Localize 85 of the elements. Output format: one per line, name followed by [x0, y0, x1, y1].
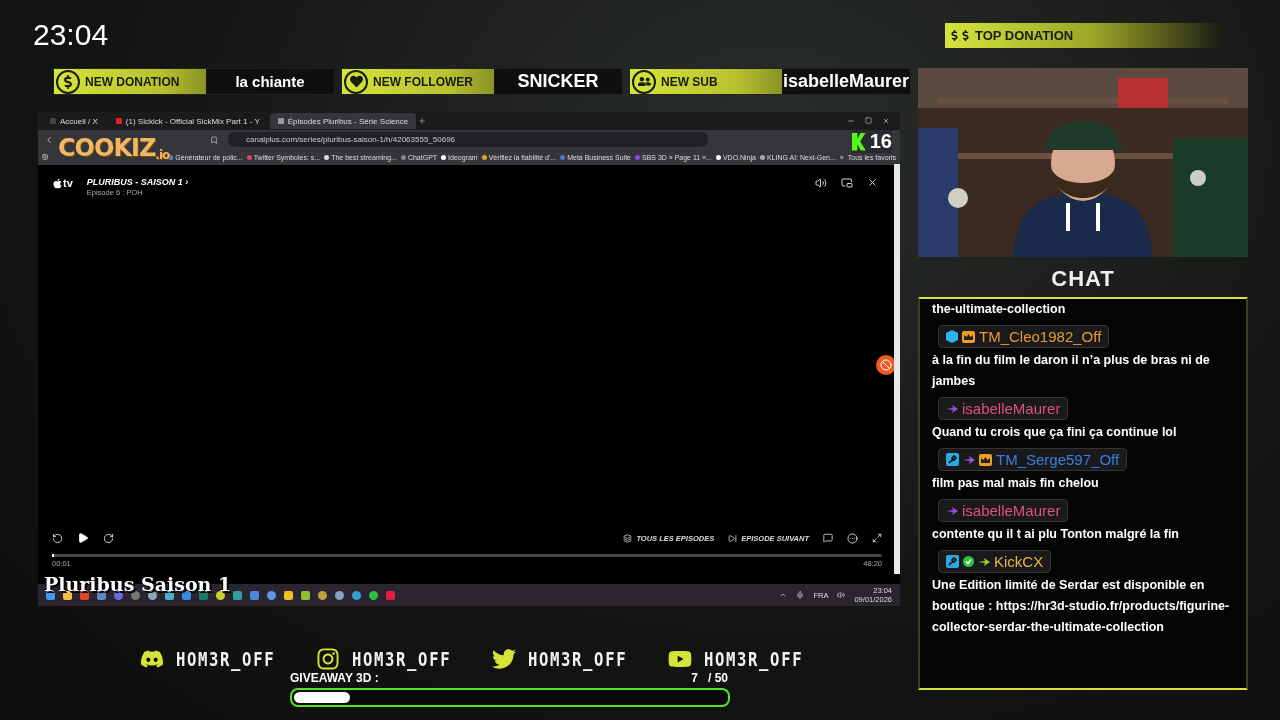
chat-message: contente qu il t ai plu Tonton malgré la fin: [932, 526, 1179, 543]
back-icon[interactable]: [44, 134, 54, 145]
browser-tab[interactable]: Épisodes Pluribus - Série Science: [269, 113, 417, 129]
username[interactable]: isabelleMaurer: [962, 502, 1061, 519]
forward-icon[interactable]: [103, 532, 114, 544]
browser-tab[interactable]: (1) Sickick - Official SickMix Part 1 - Y: [107, 113, 268, 129]
instagram-icon: [315, 647, 340, 671]
apple-tv-logo: tv: [52, 177, 73, 189]
viewer-count: 16: [851, 130, 892, 153]
block-icon[interactable]: [876, 355, 896, 375]
username[interactable]: KickCX: [994, 553, 1044, 570]
chat-user[interactable]: TM_Cleo1982_Off: [938, 325, 1110, 348]
alert-label: NEW DONATION: [54, 69, 206, 94]
users-icon: [632, 69, 656, 94]
top-donation-banner: TOP DONATION: [945, 23, 1220, 48]
site-icon: [246, 154, 252, 160]
chat-title: CHAT: [1050, 266, 1116, 292]
chat-message: à la fin du film le daron il n’a plus de bras ni de jambes: [932, 352, 1211, 390]
chat-user[interactable]: TM_Serge597_Off: [938, 448, 1128, 471]
close-icon[interactable]: [867, 177, 878, 188]
stream-title: Pluribus Saison 1: [44, 573, 232, 595]
hammer-icon: [946, 555, 959, 568]
play-icon[interactable]: [77, 532, 89, 544]
chat-message: Quand tu crois que ça fini ça continue lol: [932, 424, 1177, 441]
tray-icon[interactable]: [779, 591, 788, 599]
progress-track[interactable]: [52, 554, 882, 557]
rewind-icon[interactable]: [52, 532, 63, 544]
site-icon: [168, 154, 174, 160]
site-icon: [400, 154, 406, 160]
browser-tab[interactable]: Accueil / X: [42, 113, 106, 129]
check-icon: [963, 556, 974, 567]
site-icon: [760, 154, 765, 160]
chat-user[interactable]: KickCX: [938, 550, 1052, 573]
dollar-icon: [949, 30, 971, 41]
site-icon: [481, 154, 487, 160]
site-icon: [441, 154, 447, 160]
clock: 23:04: [33, 18, 110, 52]
site-icon: [324, 154, 330, 160]
pip-icon[interactable]: [841, 177, 853, 189]
mic-icon[interactable]: [796, 591, 805, 599]
chat-user[interactable]: isabelleMaurer: [938, 397, 1069, 420]
chat-message: Une Edition limité de Serdar est disponible en boutique : https://hr3d-studio.fr/products/figurine-collector-serdar-the-ultimate-collection: [932, 577, 1231, 636]
social-handle: HOM3R_OFF: [703, 648, 804, 670]
alert-value: la chiante: [234, 73, 306, 90]
site-icon: [715, 154, 721, 160]
volume-icon[interactable]: [815, 177, 827, 189]
tab-icon: [277, 118, 284, 124]
bookmark-icon[interactable]: [210, 135, 218, 144]
alert-value: isabelleMaurer: [782, 71, 910, 92]
tab-icon: [115, 118, 122, 124]
giveaway-count: 7 / 50: [691, 671, 728, 685]
social-handle: HOM3R_OFF: [351, 648, 452, 670]
chat-message: film pas mal mais fin chelou: [932, 475, 1099, 492]
subtitles-icon[interactable]: [823, 533, 833, 543]
new-tab-icon[interactable]: [418, 117, 427, 125]
tab-icon: [50, 118, 56, 124]
alert-label: NEW SUB: [630, 69, 782, 94]
username[interactable]: TM_Cleo1982_Off: [979, 328, 1102, 345]
crown-icon: [979, 453, 992, 466]
bird-icon: [491, 647, 516, 671]
cube-icon: [946, 330, 958, 343]
more-icon[interactable]: [847, 532, 858, 544]
username[interactable]: TM_Serge597_Off: [996, 451, 1120, 468]
show-title[interactable]: PLURIBUS - SAISON 1 ›: [86, 177, 189, 187]
chat-message: the-ultimate-collection: [932, 301, 1066, 318]
layers-icon: [623, 533, 633, 543]
giveaway-label: GIVEAWAY 3D :: [290, 671, 379, 685]
alert-value: SNICKER: [516, 71, 600, 92]
social-handle: HOM3R_OFF: [176, 648, 276, 670]
apps-icon[interactable]: [42, 153, 49, 161]
maximize-icon[interactable]: [865, 117, 872, 124]
username[interactable]: isabelleMaurer: [962, 400, 1061, 417]
chat-user[interactable]: isabelleMaurer: [938, 499, 1069, 522]
address-bar[interactable]: canalplus.com/series/pluribus-saison-1/h/42063555_50696: [228, 132, 708, 147]
close-icon[interactable]: [882, 117, 890, 125]
site-icon: [635, 154, 640, 160]
fullscreen-icon[interactable]: [872, 533, 882, 543]
social-handle: HOM3R_OFF: [527, 648, 628, 670]
scrollbar[interactable]: [894, 164, 900, 574]
skip-icon: [728, 533, 738, 543]
alert-label: NEW FOLLOWER: [342, 69, 494, 94]
site-icon: [560, 154, 566, 160]
dollar-icon: [56, 69, 80, 94]
hammer-icon: [946, 453, 959, 466]
crown-icon: [962, 330, 975, 343]
